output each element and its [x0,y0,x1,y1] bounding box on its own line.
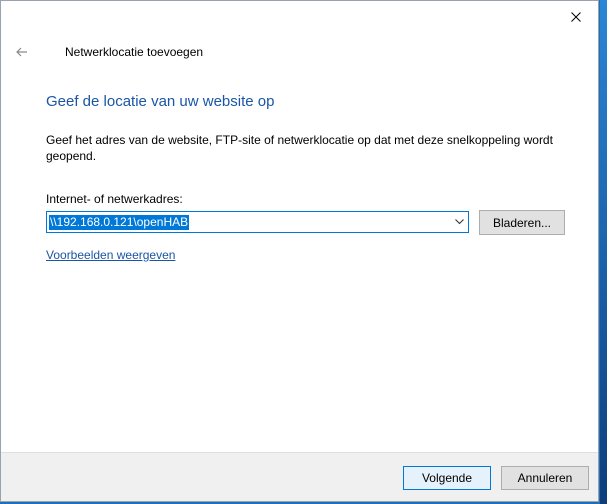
arrow-left-icon [16,47,27,57]
browse-button[interactable]: Bladeren... [479,210,565,235]
page-description: Geef het adres van de website, FTP-site … [46,133,553,163]
page-heading: Geef de locatie van uw website op [46,93,275,110]
close-button[interactable] [554,1,598,32]
dropdown-arrow-button[interactable] [453,217,465,227]
cancel-button[interactable]: Annuleren [501,466,589,490]
address-label: Internet- of netwerkadres: [46,192,183,206]
dialog-footer: Volgende Annuleren [1,452,598,501]
chevron-down-icon [454,219,464,225]
next-button[interactable]: Volgende [403,466,491,490]
wizard-dialog: Netwerklocatie toevoegen Geef de locatie… [0,0,599,502]
address-input-value[interactable]: \\192.168.0.121\openHAB [49,215,190,230]
close-icon [571,11,581,22]
window-title: Netwerklocatie toevoegen [65,45,204,59]
examples-link[interactable]: Voorbeelden weergeven [46,248,175,262]
address-combobox[interactable]: \\192.168.0.121\openHAB [46,211,469,233]
desktop-background [600,0,607,504]
back-button[interactable] [11,41,33,63]
